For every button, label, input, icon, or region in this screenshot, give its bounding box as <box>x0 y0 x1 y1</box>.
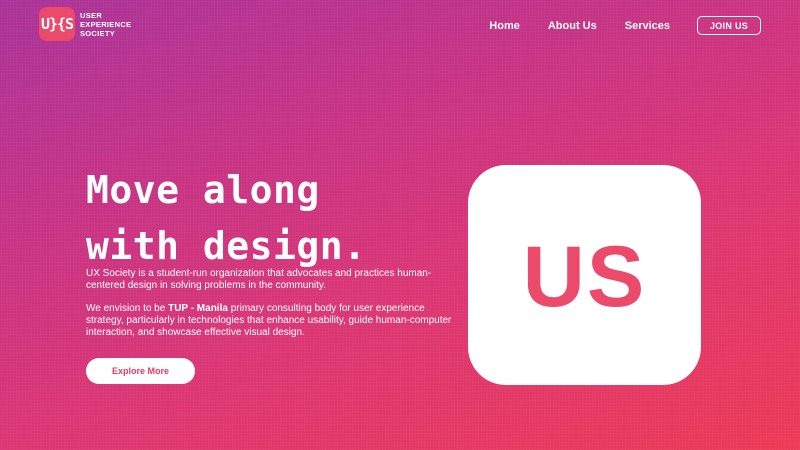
brand-name-line: USER <box>80 10 103 20</box>
brand-name: USER EXPERIENCE SOCIETY <box>80 11 131 38</box>
us-logo-text: US <box>522 228 647 325</box>
nav-home-link[interactable]: Home <box>489 20 520 32</box>
hero-vision-text: We envision to be TUP - Manila primary c… <box>86 303 456 339</box>
brand-logo[interactable]: U}{S USER EXPERIENCE SOCIETY <box>39 7 131 41</box>
explore-more-button[interactable]: Explore More <box>86 358 195 384</box>
vision-text-bold: TUP - Manila <box>168 303 228 314</box>
brand-name-line: EXPERIENCE <box>80 19 132 29</box>
logo-mark-icon: U}{S <box>39 7 75 41</box>
nav-about-link[interactable]: About Us <box>548 20 597 32</box>
join-us-button[interactable]: JOIN US <box>697 16 761 35</box>
main-nav: Home About Us Services JOIN US <box>489 16 761 35</box>
us-logo-card: US <box>468 165 701 385</box>
hero-headline: Move along with design. <box>86 162 367 274</box>
nav-services-link[interactable]: Services <box>625 20 670 32</box>
vision-text-prefix: We envision to be <box>86 303 169 314</box>
headline-line: with design. <box>86 224 367 268</box>
headline-line: Move along <box>86 168 320 212</box>
brand-name-line: SOCIETY <box>80 28 116 38</box>
hero-intro-text: UX Society is a student-run organization… <box>86 268 432 291</box>
